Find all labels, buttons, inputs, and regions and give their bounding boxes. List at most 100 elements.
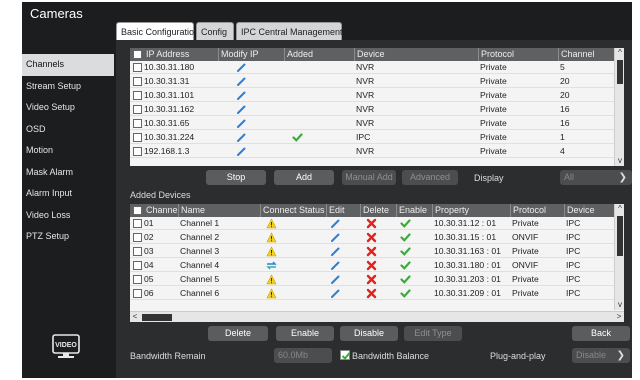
header-connect-status[interactable]: Connect Status <box>260 204 326 217</box>
bandwidth-balance-checkbox[interactable] <box>340 350 351 360</box>
discovered-vertical-scrollbar[interactable]: ^ v <box>614 48 624 166</box>
edit-icon[interactable] <box>330 246 341 257</box>
edit-icon[interactable] <box>236 76 247 87</box>
select-all-added-checkbox[interactable] <box>133 206 142 215</box>
delete-icon[interactable] <box>366 288 377 299</box>
edit-icon[interactable] <box>330 274 341 285</box>
row-checkbox[interactable] <box>133 247 142 256</box>
header-device[interactable]: Device <box>354 48 478 61</box>
header-enable[interactable]: Enable <box>396 204 432 217</box>
plug-and-play-dropdown[interactable]: Disable ❯ <box>572 348 630 363</box>
scroll-right-icon[interactable]: > <box>614 312 624 322</box>
row-checkbox[interactable] <box>133 275 142 284</box>
sidebar-item-alarm-input[interactable]: Alarm Input <box>22 183 114 205</box>
row-checkbox[interactable] <box>133 147 142 156</box>
manual-add-button[interactable]: Manual Add <box>342 170 396 185</box>
scroll-up-icon[interactable]: ^ <box>615 204 624 214</box>
header-channel[interactable]: Channel <box>558 48 614 61</box>
table-row[interactable]: 10.30.31.65 NVR Private 16 <box>130 117 614 130</box>
table-row[interactable]: 10.30.31.224 IPC Private 1 <box>130 131 614 144</box>
scroll-down-icon[interactable]: v <box>615 156 624 166</box>
header-name[interactable]: Name <box>178 204 260 217</box>
row-checkbox[interactable] <box>133 105 142 114</box>
edit-icon[interactable] <box>330 232 341 243</box>
sidebar-item-video-loss[interactable]: Video Loss <box>22 205 114 227</box>
sidebar-item-mask-alarm[interactable]: Mask Alarm <box>22 162 114 184</box>
table-row[interactable]: 10.30.31.162 NVR Private 16 <box>130 103 614 116</box>
display-dropdown[interactable]: All ❯ <box>560 170 632 185</box>
edit-type-button[interactable]: Edit Type <box>404 326 462 341</box>
row-checkbox[interactable] <box>133 219 142 228</box>
scroll-left-icon[interactable]: < <box>130 312 140 322</box>
delete-icon[interactable] <box>366 246 377 257</box>
checkmark-icon[interactable] <box>400 288 411 299</box>
disable-button[interactable]: Disable <box>340 326 398 341</box>
edit-icon[interactable] <box>330 218 341 229</box>
stop-button[interactable]: Stop <box>206 170 266 185</box>
edit-icon[interactable] <box>236 90 247 101</box>
enable-button[interactable]: Enable <box>276 326 334 341</box>
edit-icon[interactable] <box>236 104 247 115</box>
row-checkbox[interactable] <box>133 91 142 100</box>
header-modify-ip[interactable]: Modify IP <box>218 48 284 61</box>
scroll-thumb[interactable] <box>617 60 623 84</box>
header-ip-address[interactable]: IP Address <box>130 48 218 61</box>
tab-ipc-central-management[interactable]: IPC Central Management <box>236 22 343 40</box>
header-device[interactable]: Device <box>564 204 614 217</box>
table-row[interactable]: 10.30.31.180 NVR Private 5 <box>130 61 614 74</box>
table-row[interactable]: 01 Channel 1 10.30.31.12 : 01 Private IPC <box>130 217 614 230</box>
edit-icon[interactable] <box>236 132 247 143</box>
sidebar-item-motion[interactable]: Motion <box>22 140 114 162</box>
scroll-down-icon[interactable]: v <box>615 300 624 310</box>
add-button[interactable]: Add <box>274 170 334 185</box>
table-row[interactable]: 06 Channel 6 10.30.31.209 : 01 Private IPC <box>130 287 614 300</box>
checkmark-icon[interactable] <box>400 260 411 271</box>
table-row[interactable]: 03 Channel 3 10.30.31.163 : 01 Private IPC <box>130 245 614 258</box>
header-delete[interactable]: Delete <box>360 204 396 217</box>
added-vertical-scrollbar[interactable]: ^ v <box>614 204 624 310</box>
checkmark-icon[interactable] <box>400 232 411 243</box>
delete-icon[interactable] <box>366 274 377 285</box>
h-scroll-thumb[interactable] <box>142 314 172 321</box>
table-row[interactable]: 10.30.31.31 NVR Private 20 <box>130 75 614 88</box>
row-checkbox[interactable] <box>133 119 142 128</box>
back-button[interactable]: Back <box>572 326 630 341</box>
row-checkbox[interactable] <box>133 133 142 142</box>
header-protocol[interactable]: Protocol <box>478 48 558 61</box>
header-protocol[interactable]: Protocol <box>510 204 564 217</box>
added-horizontal-scrollbar[interactable]: < > <box>130 311 624 322</box>
tab-config[interactable]: Config <box>196 22 234 40</box>
delete-icon[interactable] <box>366 218 377 229</box>
header-property[interactable]: Property <box>432 204 510 217</box>
row-checkbox[interactable] <box>133 233 142 242</box>
row-checkbox[interactable] <box>133 261 142 270</box>
delete-icon[interactable] <box>366 260 377 271</box>
header-channel[interactable]: Channel <box>130 204 180 217</box>
delete-icon[interactable] <box>366 232 377 243</box>
row-checkbox[interactable] <box>133 77 142 86</box>
table-row[interactable]: 192.168.1.3 NVR Private 4 <box>130 145 614 158</box>
select-all-discovered-checkbox[interactable] <box>133 50 142 59</box>
table-row[interactable]: 04 Channel 4 10.30.31.180 : 01 ONVIF IPC <box>130 259 614 272</box>
table-row[interactable]: 02 Channel 2 10.30.31.15 : 01 ONVIF IPC <box>130 231 614 244</box>
edit-icon[interactable] <box>330 288 341 299</box>
scroll-thumb[interactable] <box>617 216 623 256</box>
advanced-button[interactable]: Advanced <box>402 170 458 185</box>
sidebar-item-video-setup[interactable]: Video Setup <box>22 97 114 119</box>
edit-icon[interactable] <box>236 62 247 73</box>
edit-icon[interactable] <box>236 118 247 129</box>
edit-icon[interactable] <box>236 146 247 157</box>
table-row[interactable]: 10.30.31.101 NVR Private 20 <box>130 89 614 102</box>
edit-icon[interactable] <box>330 260 341 271</box>
row-checkbox[interactable] <box>133 63 142 72</box>
sidebar-item-channels[interactable]: Channels <box>22 54 114 76</box>
sidebar-item-stream-setup[interactable]: Stream Setup <box>22 76 114 98</box>
header-added[interactable]: Added <box>284 48 354 61</box>
checkmark-icon[interactable] <box>400 246 411 257</box>
header-edit[interactable]: Edit <box>326 204 360 217</box>
tab-basic-configuration[interactable]: Basic Configuration <box>116 22 199 40</box>
delete-button[interactable]: Delete <box>208 326 268 341</box>
sidebar-item-osd[interactable]: OSD <box>22 119 114 141</box>
checkmark-icon[interactable] <box>400 218 411 229</box>
scroll-up-icon[interactable]: ^ <box>615 48 624 58</box>
